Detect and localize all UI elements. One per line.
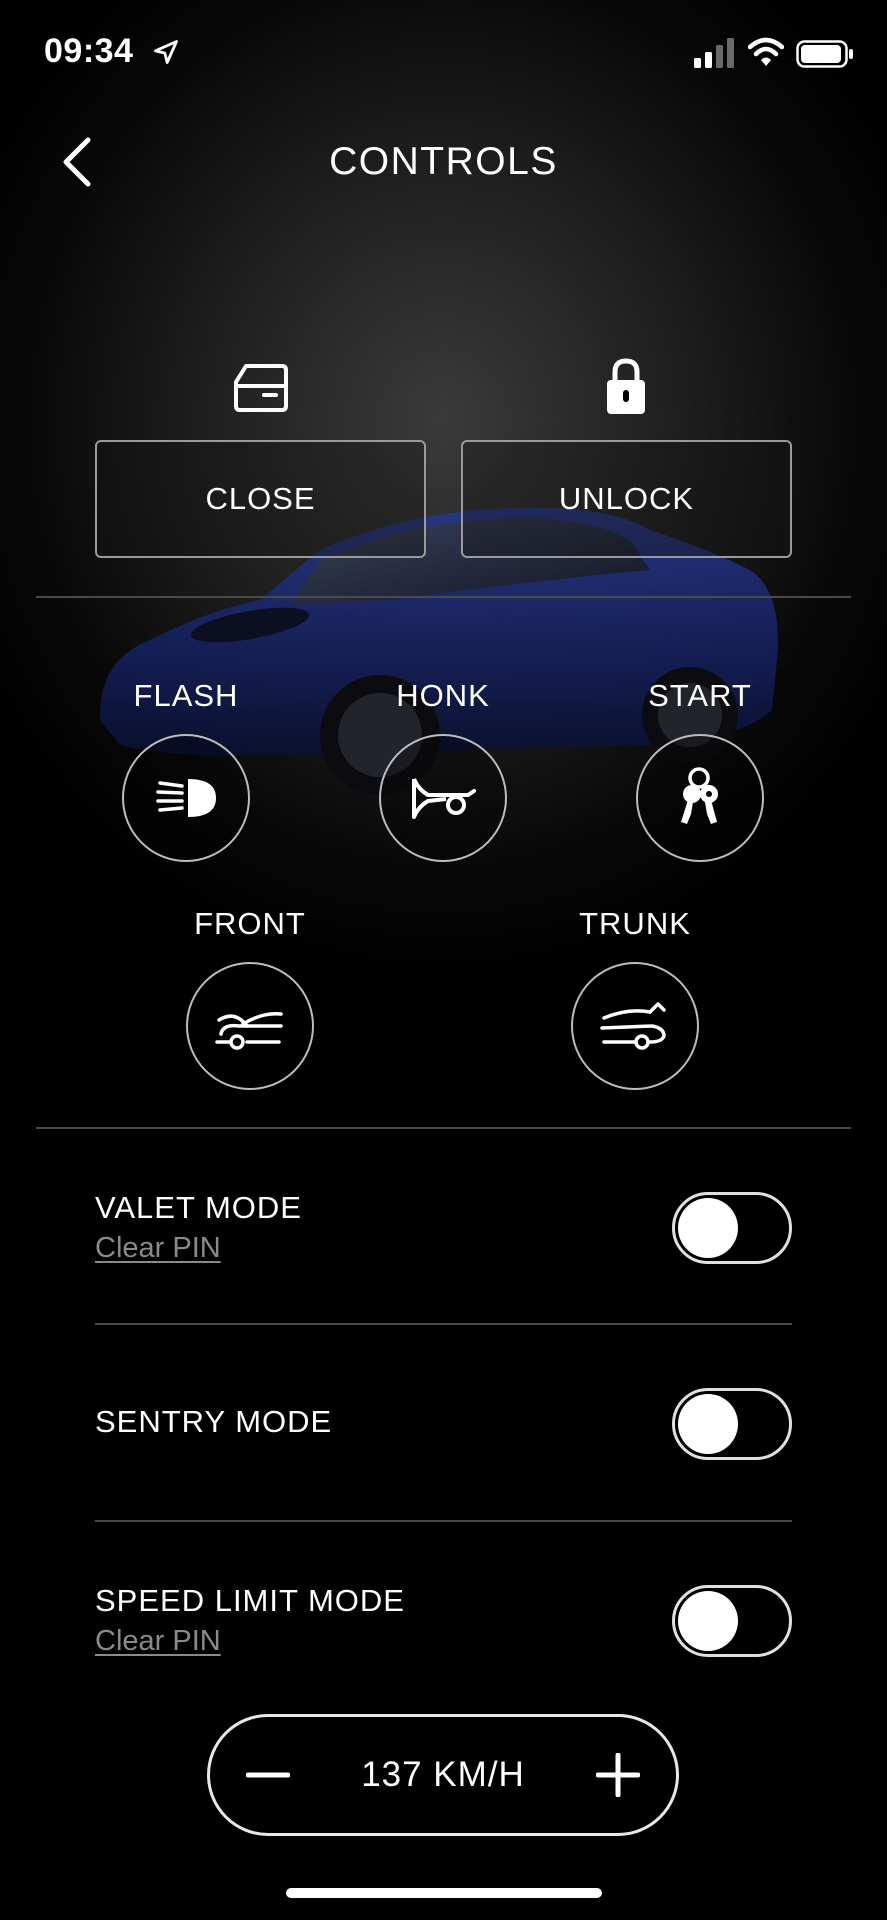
minus-icon[interactable] — [246, 1755, 290, 1795]
speed-limit-mode-title: SPEED LIMIT MODE — [95, 1583, 405, 1618]
front-label: FRONT — [194, 906, 306, 941]
battery-icon — [796, 40, 853, 68]
unlock-button[interactable]: UNLOCK — [461, 440, 792, 558]
divider — [36, 596, 851, 598]
front-trunk-button[interactable] — [186, 962, 314, 1090]
home-indicator — [286, 1888, 602, 1898]
honk-label: HONK — [396, 678, 490, 713]
toggle-knob — [678, 1198, 738, 1258]
horn-icon — [412, 778, 476, 819]
trunk-label: TRUNK — [579, 906, 691, 941]
divider — [95, 1323, 792, 1325]
valet-clear-pin-link[interactable]: Clear PIN — [95, 1232, 221, 1265]
sentry-mode-title: SENTRY MODE — [95, 1404, 333, 1439]
wifi-icon — [748, 37, 784, 66]
keys-icon — [681, 767, 718, 824]
flash-label: FLASH — [133, 678, 239, 713]
flash-button[interactable] — [122, 734, 250, 862]
trunk-button[interactable] — [571, 962, 699, 1090]
sentry-mode-toggle[interactable] — [672, 1388, 792, 1460]
status-time: 09:34 — [44, 32, 134, 70]
location-arrow-icon — [154, 40, 178, 64]
rear-trunk-icon — [600, 1002, 666, 1050]
frunk-icon — [215, 1011, 283, 1050]
plus-icon[interactable] — [596, 1753, 640, 1797]
start-label: START — [648, 678, 752, 713]
lock-icon — [607, 358, 645, 414]
honk-button[interactable] — [379, 734, 507, 862]
start-button[interactable] — [636, 734, 764, 862]
valet-mode-title: VALET MODE — [95, 1190, 302, 1225]
unlock-button-label: UNLOCK — [558, 481, 695, 516]
speed-limit-stepper: 137 KM/H — [207, 1714, 679, 1836]
divider — [95, 1520, 792, 1522]
divider — [36, 1127, 851, 1129]
page-title: CONTROLS — [329, 140, 558, 183]
valet-mode-toggle[interactable] — [672, 1192, 792, 1264]
speed-limit-clear-pin-link[interactable]: Clear PIN — [95, 1625, 221, 1658]
close-button-label: CLOSE — [205, 481, 316, 516]
door-icon — [234, 364, 288, 412]
headlight-icon — [156, 779, 216, 817]
cellular-signal-icon — [694, 38, 734, 68]
toggle-knob — [678, 1591, 738, 1651]
toggle-knob — [678, 1394, 738, 1454]
speed-limit-mode-toggle[interactable] — [672, 1585, 792, 1657]
close-button[interactable]: CLOSE — [95, 440, 426, 558]
